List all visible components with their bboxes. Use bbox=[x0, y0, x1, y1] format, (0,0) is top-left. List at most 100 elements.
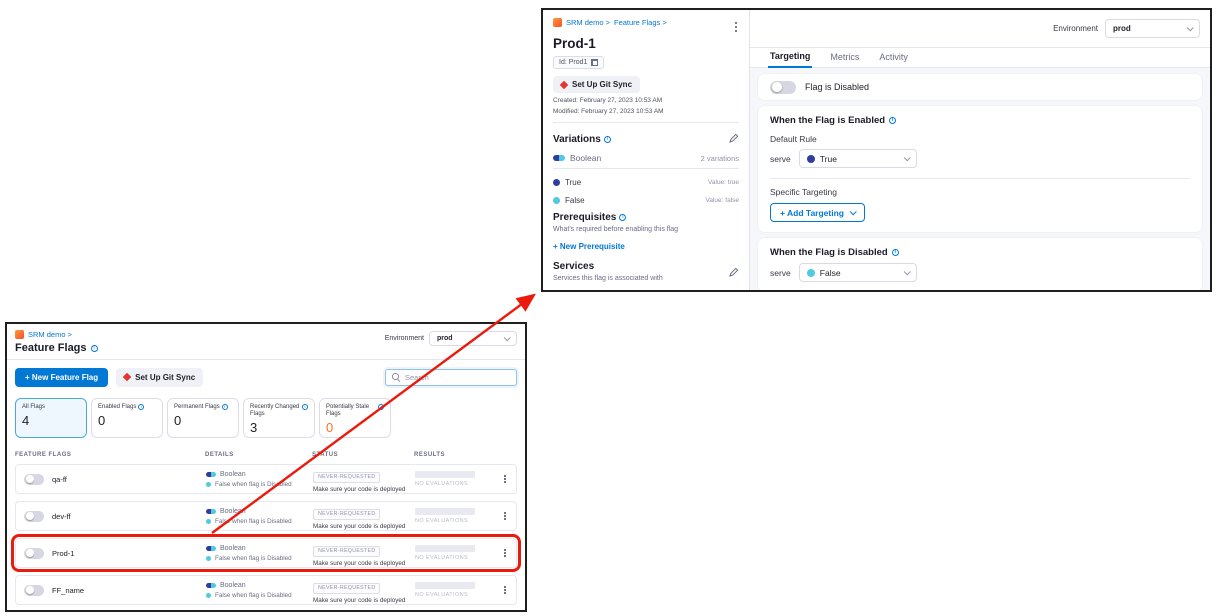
flag-state-label: Flag is Disabled bbox=[805, 82, 869, 92]
flag-name: FF_name bbox=[52, 586, 84, 595]
stat-value: 0 bbox=[98, 413, 156, 428]
boolean-variation-icon bbox=[206, 546, 216, 551]
boolean-variation-icon bbox=[553, 155, 565, 161]
true-variation-dot-icon bbox=[807, 155, 815, 163]
search-input[interactable] bbox=[405, 373, 510, 382]
modified-timestamp: Modified: February 27, 2023 10:53 AM bbox=[553, 108, 739, 115]
setup-git-sync-button[interactable]: Set Up Git Sync bbox=[116, 368, 203, 387]
serve-label: serve bbox=[770, 154, 791, 164]
chevron-down-icon bbox=[1187, 24, 1194, 31]
kebab-menu-icon[interactable] bbox=[733, 20, 739, 34]
project-logo-icon bbox=[553, 18, 562, 27]
flag-toggle[interactable] bbox=[24, 548, 44, 559]
flag-detail-sidebar: SRM demo > Feature Flags > Prod-1 Id: Pr… bbox=[543, 10, 750, 290]
variations-section-header: Variations i bbox=[553, 130, 739, 148]
tab-targeting[interactable]: Targeting bbox=[768, 51, 812, 68]
info-icon: i bbox=[138, 404, 144, 410]
stat-card-all-flags[interactable]: All Flags 4 bbox=[15, 398, 87, 438]
info-icon: i bbox=[222, 404, 228, 410]
flag-detail-panel: SRM demo > Feature Flags > Prod-1 Id: Pr… bbox=[541, 8, 1212, 292]
breadcrumb-project-link[interactable]: SRM demo > bbox=[566, 18, 610, 27]
kebab-menu-icon[interactable] bbox=[502, 510, 508, 522]
git-sync-icon bbox=[560, 80, 568, 88]
results-text: NO EVALUATIONS bbox=[415, 518, 497, 524]
breadcrumb-project-link[interactable]: SRM demo > bbox=[28, 330, 72, 339]
boolean-variation-icon bbox=[206, 583, 216, 588]
info-icon: i bbox=[892, 249, 899, 256]
results-text: NO EVALUATIONS bbox=[415, 555, 497, 561]
kebab-menu-icon[interactable] bbox=[502, 473, 508, 485]
flag-id-text: Id: Prod1 bbox=[559, 59, 587, 66]
targeting-tab-content: Flag is Disabled When the Flag is Enable… bbox=[750, 68, 1210, 290]
status-badge: NEVER-REQUESTED bbox=[313, 546, 380, 557]
breadcrumb: SRM demo > Feature Flags > bbox=[553, 18, 739, 27]
flag-toggle[interactable] bbox=[24, 511, 44, 522]
environment-select[interactable]: prod bbox=[429, 331, 517, 346]
chevron-down-icon bbox=[903, 268, 910, 275]
flag-toggle[interactable] bbox=[24, 585, 44, 596]
tab-activity[interactable]: Activity bbox=[877, 52, 910, 67]
prerequisites-section-header: Prerequisites i bbox=[553, 212, 739, 223]
variation-row-true: True Value: true bbox=[553, 178, 739, 187]
stat-card-recently-changed-flags[interactable]: Recently Changed Flagsi 3 bbox=[243, 398, 315, 438]
variation-type-label: Boolean bbox=[570, 153, 601, 163]
stat-value: 3 bbox=[250, 420, 308, 435]
info-icon: i bbox=[378, 404, 384, 410]
copy-icon[interactable] bbox=[591, 59, 598, 66]
new-feature-flag-button[interactable]: + New Feature Flag bbox=[15, 368, 108, 387]
status-badge: NEVER-REQUESTED bbox=[313, 509, 380, 520]
edit-variations-icon[interactable] bbox=[729, 130, 739, 148]
setup-git-sync-button[interactable]: Set Up Git Sync bbox=[553, 76, 640, 93]
tab-metrics[interactable]: Metrics bbox=[828, 52, 861, 67]
false-variation-dot-icon bbox=[807, 269, 815, 277]
table-row-prod-1[interactable]: Prod-1 Boolean False when flag is Disabl… bbox=[15, 538, 517, 568]
status-badge: NEVER-REQUESTED bbox=[313, 472, 380, 483]
results-text: NO EVALUATIONS bbox=[415, 481, 497, 487]
table-row-qa-ff[interactable]: qa-ff Boolean False when flag is Disable… bbox=[15, 464, 517, 494]
detail-tabs: Targeting Metrics Activity bbox=[750, 48, 1210, 68]
flag-name: dev-ff bbox=[52, 512, 71, 521]
column-header-results: RESULTS bbox=[414, 452, 445, 458]
new-prerequisite-link[interactable]: + New Prerequisite bbox=[553, 242, 625, 251]
status-badge: NEVER-REQUESTED bbox=[313, 583, 380, 594]
services-description: Services this flag is associated with bbox=[553, 275, 739, 282]
screenshot-canvas: SRM demo > Feature Flags > Prod-1 Id: Pr… bbox=[0, 0, 1224, 616]
variation-count: 2 variations bbox=[701, 154, 739, 163]
environment-select[interactable]: prod bbox=[1105, 19, 1200, 38]
serve-variation-select[interactable]: True bbox=[799, 149, 917, 168]
variation-value: Value: false bbox=[706, 197, 739, 204]
environment-label: Environment bbox=[385, 335, 424, 342]
results-placeholder-bar bbox=[415, 471, 475, 478]
flag-enabled-toggle[interactable] bbox=[770, 81, 796, 94]
add-targeting-button[interactable]: + Add Targeting bbox=[770, 203, 865, 222]
flag-name: qa-ff bbox=[52, 475, 67, 484]
true-variation-dot-icon bbox=[553, 179, 560, 186]
table-row-dev-ff[interactable]: dev-ff Boolean False when flag is Disabl… bbox=[15, 501, 517, 531]
table-row-ff-name[interactable]: FF_name Boolean False when flag is Disab… bbox=[15, 575, 517, 605]
breadcrumb-feature-flags-link[interactable]: Feature Flags > bbox=[614, 18, 667, 27]
edit-services-icon[interactable] bbox=[729, 264, 739, 282]
services-heading: Services bbox=[553, 261, 594, 272]
prerequisites-description: What's required before enabling this fla… bbox=[553, 226, 739, 233]
flag-toggle[interactable] bbox=[24, 474, 44, 485]
default-rule-serve-row: serve True bbox=[770, 149, 1190, 168]
kebab-menu-icon[interactable] bbox=[502, 547, 508, 559]
false-variation-dot-icon bbox=[206, 482, 211, 487]
variations-heading: Variations bbox=[553, 134, 601, 145]
stat-value: 0 bbox=[326, 420, 384, 435]
column-header-details: DETAILS bbox=[205, 452, 312, 458]
kebab-menu-icon[interactable] bbox=[502, 584, 508, 596]
stat-card-enabled-flags[interactable]: Enabled Flagsi 0 bbox=[91, 398, 163, 438]
services-section-header: Services bbox=[553, 261, 739, 272]
stat-card-potentially-stale-flags[interactable]: Potentially Stale Flagsi 0 bbox=[319, 398, 391, 438]
stat-value: 0 bbox=[174, 413, 232, 428]
false-variation-dot-icon bbox=[206, 519, 211, 524]
serve-variation-select[interactable]: False bbox=[799, 263, 917, 282]
stat-card-permanent-flags[interactable]: Permanent Flagsi 0 bbox=[167, 398, 239, 438]
serve-label: serve bbox=[770, 268, 791, 278]
when-disabled-header: When the Flag is Disabled i bbox=[770, 247, 1190, 258]
info-icon: i bbox=[91, 345, 98, 352]
project-logo-icon bbox=[15, 330, 24, 339]
status-text: Make sure your code is deployed bbox=[313, 597, 415, 604]
when-enabled-header: When the Flag is Enabled i bbox=[770, 115, 1190, 126]
